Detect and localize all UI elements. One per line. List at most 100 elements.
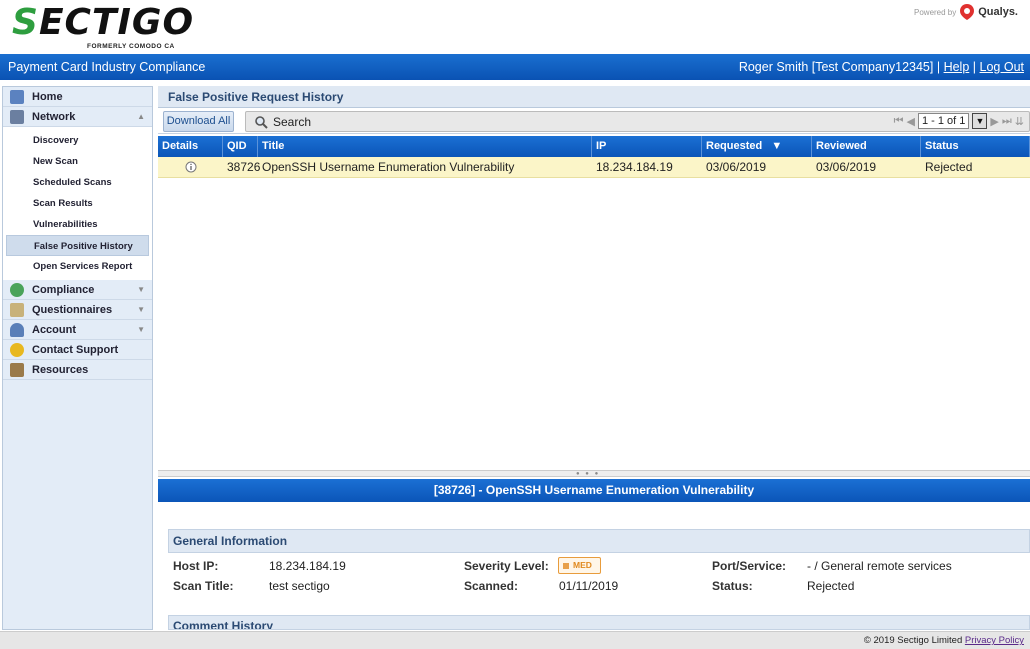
- user-links: Roger Smith [Test Company12345] | Help |…: [739, 54, 1024, 80]
- privacy-policy-link[interactable]: Privacy Policy: [965, 635, 1024, 646]
- first-page-icon[interactable]: ⏮: [894, 115, 904, 128]
- home-icon: [10, 89, 24, 104]
- footer: © 2019 Sectigo Limited Privacy Policy: [0, 631, 1030, 649]
- column-header-status[interactable]: Status: [921, 136, 1030, 157]
- nav-questionnaires[interactable]: Questionnaires ▼: [3, 300, 152, 320]
- title-bar: Payment Card Industry Compliance Roger S…: [0, 54, 1030, 80]
- severity-value: MED: [573, 560, 592, 570]
- qualys-label: Qualys.: [978, 6, 1018, 18]
- chevron-down-icon: ▼: [137, 325, 145, 334]
- status-cell: Rejected: [925, 160, 973, 174]
- prev-page-icon[interactable]: ◀: [907, 115, 915, 128]
- network-submenu: Discovery New Scan Scheduled Scans Scan …: [3, 127, 152, 280]
- details-cell[interactable]: [158, 157, 223, 177]
- questionnaire-icon: [10, 302, 24, 317]
- nav-new-scan[interactable]: New Scan: [6, 151, 149, 172]
- separator: |: [972, 60, 977, 74]
- column-header-title[interactable]: Title: [258, 136, 592, 157]
- status-label: Status:: [712, 579, 753, 593]
- powered-by: Powered by Qualys.: [914, 4, 1018, 20]
- nav-false-positive-history[interactable]: False Positive History: [6, 235, 149, 256]
- grip-icon: ● ● ●: [576, 471, 601, 477]
- book-icon: [10, 362, 24, 377]
- nav-compliance-label: Compliance: [32, 283, 95, 296]
- nav-network-label: Network: [32, 110, 76, 123]
- nav-scheduled-scans[interactable]: Scheduled Scans: [6, 172, 149, 193]
- user-icon: [10, 322, 24, 337]
- nav-scan-results[interactable]: Scan Results: [6, 193, 149, 214]
- logo-bar: SECTIGO FORMERLY COMODO CA Powered by Qu…: [0, 0, 1030, 54]
- nav-network[interactable]: Network ▲: [3, 107, 152, 127]
- panel-title: False Positive Request History: [158, 86, 1030, 108]
- general-info-heading: General Information: [168, 529, 1030, 553]
- nav-questionnaires-label: Questionnaires: [32, 303, 113, 316]
- network-icon: [10, 109, 24, 124]
- toolbar: Download All Search ⏮ ◀ 1 - 1 of 1 ▼ ▶ ⏭…: [158, 108, 1030, 134]
- chevron-down-icon: ▼: [137, 285, 145, 294]
- table-row[interactable]: 38726 OpenSSH Username Enumeration Vulne…: [158, 157, 1030, 178]
- nav-account[interactable]: Account ▼: [3, 320, 152, 340]
- nav-home[interactable]: Home: [3, 87, 152, 107]
- qualys-logo-icon: [960, 4, 975, 20]
- nav-resources[interactable]: Resources: [3, 360, 152, 380]
- detail-title: [38726] - OpenSSH Username Enumeration V…: [158, 479, 1030, 502]
- scan-title-value: test sectigo: [269, 579, 330, 593]
- collapse-icon[interactable]: ⇊: [1015, 115, 1024, 128]
- app-title: Payment Card Industry Compliance: [8, 60, 206, 74]
- sectigo-logo: SECTIGO FORMERLY COMODO CA: [12, 2, 195, 51]
- compliance-icon: [10, 282, 24, 297]
- column-header-requested[interactable]: Requested ▼: [702, 136, 812, 157]
- nav-account-label: Account: [32, 323, 76, 336]
- requested-label: Requested: [706, 140, 763, 152]
- nav-resources-label: Resources: [32, 363, 89, 376]
- history-table: Details QID Title IP Requested ▼ Reviewe…: [158, 136, 1030, 178]
- sidebar: Home Network ▲ Discovery New Scan Schedu…: [2, 86, 153, 630]
- info-icon[interactable]: [185, 161, 197, 173]
- port-label: Port/Service:: [712, 559, 787, 573]
- sort-desc-icon: ▼: [771, 140, 783, 152]
- logo-subtitle: FORMERLY COMODO CA: [87, 43, 175, 50]
- download-all-button[interactable]: Download All: [163, 111, 234, 132]
- page-select-dropdown[interactable]: ▼: [972, 113, 988, 129]
- comment-history-heading: Comment History: [168, 615, 1030, 630]
- search-button[interactable]: Search: [254, 115, 311, 129]
- last-page-icon[interactable]: ⏭: [1002, 115, 1012, 128]
- table-header: Details QID Title IP Requested ▼ Reviewe…: [158, 136, 1030, 157]
- scan-title-label: Scan Title:: [173, 579, 234, 593]
- page-indicator: 1 - 1 of 1: [917, 113, 970, 129]
- help-link[interactable]: Help: [944, 60, 970, 74]
- status-value: Rejected: [807, 579, 855, 593]
- column-header-details[interactable]: Details: [158, 136, 223, 157]
- nav-discovery[interactable]: Discovery: [6, 130, 149, 151]
- pager: ⏮ ◀ 1 - 1 of 1 ▼ ▶ ⏭ ⇊: [894, 113, 1024, 129]
- severity-badge: MED: [558, 557, 601, 574]
- nav-home-label: Home: [32, 90, 63, 103]
- next-page-icon[interactable]: ▶: [990, 115, 998, 128]
- nav-contact-label: Contact Support: [32, 343, 119, 356]
- support-icon: [10, 342, 24, 357]
- title-cell: OpenSSH Username Enumeration Vulnerabili…: [262, 160, 515, 174]
- chevron-up-icon: ▲: [137, 112, 145, 121]
- nav-compliance[interactable]: Compliance ▼: [3, 280, 152, 300]
- nav-contact-support[interactable]: Contact Support: [3, 340, 152, 360]
- nav-open-services-report[interactable]: Open Services Report: [6, 256, 149, 277]
- separator: |: [936, 60, 941, 74]
- scanned-value: 01/11/2019: [559, 579, 619, 593]
- pane-splitter[interactable]: ● ● ●: [158, 470, 1030, 477]
- severity-label: Severity Level:: [464, 559, 549, 573]
- host-ip-value: 18.234.184.19: [269, 559, 346, 573]
- nav-vulnerabilities[interactable]: Vulnerabilities: [6, 214, 149, 235]
- main-panel: False Positive Request History Download …: [158, 86, 1030, 630]
- scanned-label: Scanned:: [464, 579, 519, 593]
- column-header-ip[interactable]: IP: [592, 136, 702, 157]
- port-value: - / General remote services: [807, 559, 952, 573]
- ip-cell: 18.234.184.19: [596, 160, 673, 174]
- logout-link[interactable]: Log Out: [980, 60, 1024, 74]
- powered-by-label: Powered by: [914, 7, 957, 17]
- column-header-qid[interactable]: QID: [223, 136, 258, 157]
- column-header-reviewed[interactable]: Reviewed: [812, 136, 921, 157]
- requested-cell: 03/06/2019: [706, 160, 767, 174]
- severity-square-icon: [563, 562, 569, 569]
- host-ip-label: Host IP:: [173, 559, 219, 573]
- chevron-down-icon: ▼: [137, 305, 145, 314]
